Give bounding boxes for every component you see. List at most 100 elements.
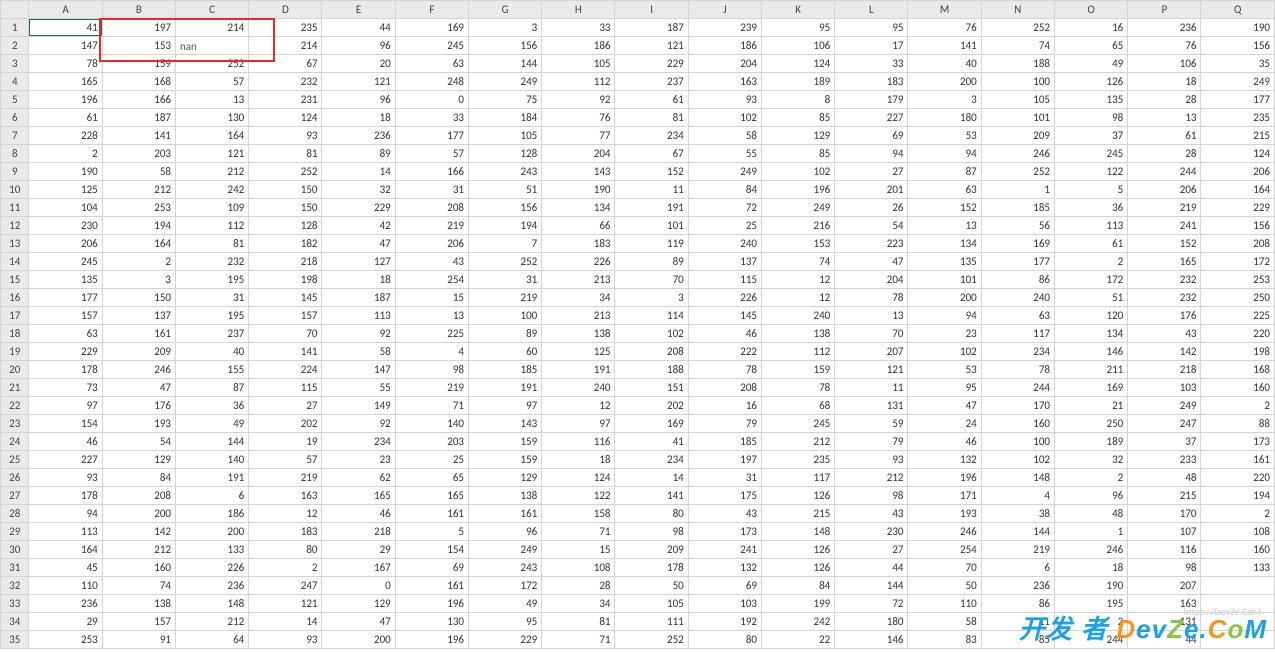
- cell[interactable]: 207: [1128, 577, 1201, 595]
- cell[interactable]: 208: [615, 343, 688, 361]
- cell[interactable]: [1201, 613, 1275, 631]
- cell[interactable]: 194: [1201, 487, 1275, 505]
- cell[interactable]: 18: [322, 109, 395, 127]
- cell[interactable]: 212: [102, 181, 175, 199]
- cell[interactable]: 163: [249, 487, 322, 505]
- cell[interactable]: [1201, 577, 1275, 595]
- cell[interactable]: 252: [981, 19, 1054, 37]
- cell[interactable]: 66: [542, 217, 615, 235]
- col-header-J[interactable]: J: [688, 1, 761, 19]
- cell[interactable]: 120: [1054, 307, 1127, 325]
- cell[interactable]: 249: [688, 163, 761, 181]
- cell[interactable]: 81: [249, 145, 322, 163]
- row-header[interactable]: 12: [1, 217, 29, 235]
- cell[interactable]: 164: [175, 127, 248, 145]
- cell[interactable]: 50: [908, 577, 981, 595]
- cell[interactable]: 33: [542, 19, 615, 37]
- cell[interactable]: 2: [1054, 613, 1127, 631]
- cell[interactable]: 171: [908, 487, 981, 505]
- cell[interactable]: 65: [395, 469, 468, 487]
- cell[interactable]: 81: [175, 235, 248, 253]
- cell[interactable]: 34: [542, 289, 615, 307]
- cell[interactable]: 78: [688, 361, 761, 379]
- cell[interactable]: 13: [175, 91, 248, 109]
- cell[interactable]: 55: [688, 145, 761, 163]
- cell[interactable]: 86: [981, 595, 1054, 613]
- cell[interactable]: 191: [542, 361, 615, 379]
- cell[interactable]: 200: [908, 289, 981, 307]
- cell[interactable]: 1: [1054, 523, 1127, 541]
- cell[interactable]: 89: [322, 145, 395, 163]
- cell[interactable]: 137: [102, 307, 175, 325]
- cell[interactable]: 252: [175, 55, 248, 73]
- cell[interactable]: 176: [102, 397, 175, 415]
- row-header[interactable]: 6: [1, 109, 29, 127]
- cell[interactable]: 185: [468, 361, 541, 379]
- cell[interactable]: 80: [688, 631, 761, 649]
- cell[interactable]: 229: [468, 631, 541, 649]
- cell[interactable]: 165: [322, 487, 395, 505]
- cell[interactable]: 93: [249, 631, 322, 649]
- cell[interactable]: 105: [615, 595, 688, 613]
- cell[interactable]: 114: [615, 307, 688, 325]
- cell[interactable]: 37: [1128, 433, 1201, 451]
- row-header[interactable]: 30: [1, 541, 29, 559]
- cell[interactable]: 69: [395, 559, 468, 577]
- cell[interactable]: 211: [1054, 361, 1127, 379]
- cell[interactable]: 202: [249, 415, 322, 433]
- cell[interactable]: 102: [615, 325, 688, 343]
- cell[interactable]: 218: [249, 253, 322, 271]
- cell[interactable]: 165: [29, 73, 102, 91]
- cell[interactable]: 229: [1201, 199, 1275, 217]
- cell[interactable]: 2: [1054, 253, 1127, 271]
- cell[interactable]: 185: [981, 199, 1054, 217]
- col-header-P[interactable]: P: [1128, 1, 1201, 19]
- cell[interactable]: 219: [395, 217, 468, 235]
- cell[interactable]: 160: [1201, 541, 1275, 559]
- cell[interactable]: 23: [322, 451, 395, 469]
- cell[interactable]: 117: [981, 325, 1054, 343]
- cell[interactable]: 50: [615, 577, 688, 595]
- cell[interactable]: 185: [688, 433, 761, 451]
- cell[interactable]: 156: [468, 37, 541, 55]
- cell[interactable]: 254: [908, 541, 981, 559]
- cell[interactable]: 20: [322, 55, 395, 73]
- cell[interactable]: 134: [1054, 325, 1127, 343]
- col-header-L[interactable]: L: [835, 1, 908, 19]
- cell[interactable]: [1201, 595, 1275, 613]
- cell[interactable]: 219: [981, 541, 1054, 559]
- cell[interactable]: 2: [249, 559, 322, 577]
- cell[interactable]: 105: [542, 55, 615, 73]
- cell[interactable]: 244: [1128, 163, 1201, 181]
- cell[interactable]: 203: [395, 433, 468, 451]
- cell[interactable]: 71: [395, 397, 468, 415]
- row-header[interactable]: 17: [1, 307, 29, 325]
- cell[interactable]: 15: [542, 541, 615, 559]
- cell[interactable]: 201: [835, 181, 908, 199]
- cell[interactable]: 93: [249, 127, 322, 145]
- cell[interactable]: 142: [102, 523, 175, 541]
- cell[interactable]: 145: [249, 289, 322, 307]
- row-header[interactable]: 21: [1, 379, 29, 397]
- col-header-C[interactable]: C: [175, 1, 248, 19]
- cell[interactable]: 175: [688, 487, 761, 505]
- cell[interactable]: 195: [1054, 595, 1127, 613]
- cell[interactable]: 102: [761, 163, 834, 181]
- cell[interactable]: 95: [835, 19, 908, 37]
- cell[interactable]: 7: [468, 235, 541, 253]
- cell[interactable]: 12: [761, 271, 834, 289]
- cell[interactable]: 37: [1054, 127, 1127, 145]
- cell[interactable]: 206: [1128, 181, 1201, 199]
- row-header[interactable]: 25: [1, 451, 29, 469]
- cell[interactable]: 16: [688, 397, 761, 415]
- cell[interactable]: 249: [1128, 397, 1201, 415]
- cell[interactable]: 213: [542, 307, 615, 325]
- cell[interactable]: 178: [29, 361, 102, 379]
- row-header[interactable]: 19: [1, 343, 29, 361]
- cell[interactable]: 240: [981, 289, 1054, 307]
- cell[interactable]: 31: [688, 469, 761, 487]
- cell[interactable]: 212: [175, 163, 248, 181]
- cell[interactable]: 85: [761, 109, 834, 127]
- cell[interactable]: 236: [322, 127, 395, 145]
- cell[interactable]: 48: [1128, 469, 1201, 487]
